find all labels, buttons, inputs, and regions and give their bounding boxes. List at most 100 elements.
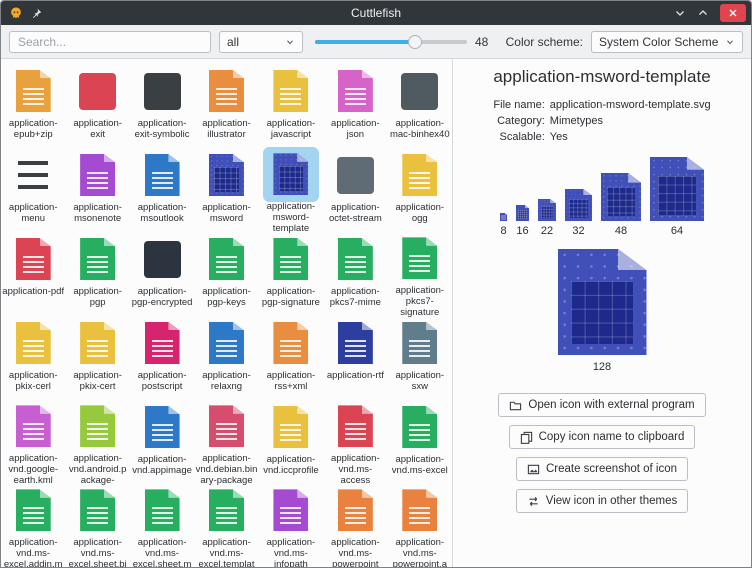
icon-grid-item[interactable]: application-msonenote [65,149,129,233]
icon-grid-item[interactable]: application-exit [65,65,129,149]
icon-grid-item[interactable]: application-vnd.iccprofile [259,401,323,485]
icon-grid-item[interactable]: application-vnd.ms-excel.addin.m [1,485,65,567]
word-document-inner [541,206,554,219]
icon-grid-item-label: application-vnd.android.package- [67,453,129,485]
minimize-button[interactable] [674,7,686,19]
preview-size-32[interactable]: 32 [565,189,592,237]
icon-grid-item[interactable]: application-vnd.ms-access [323,401,387,485]
doc-file-icon [402,489,437,531]
icon-grid-item-label: application-msword-template [260,201,322,233]
icon-grid-item[interactable]: application-rtf [323,317,387,401]
icon-grid-item-label: application-mac-binhex40 [389,118,451,140]
doc-file-icon [209,70,244,112]
icon-grid-item[interactable]: application-msword [194,149,258,233]
view-other-themes-button[interactable]: View icon in other themes [516,489,688,513]
icon-grid-item[interactable]: application-vnd.ms-infopath [259,485,323,567]
preview-size-48[interactable]: 48 [601,173,641,237]
maximize-button[interactable] [697,7,709,19]
icon-grid-item[interactable]: application-pdf [1,233,65,317]
icon-grid-item-label: application-json [324,118,386,140]
icon-grid-item[interactable]: application-postscript [130,317,194,401]
icon-grid-item[interactable]: application-vnd.android.package- [65,401,129,485]
word-file-icon [273,153,308,195]
icon-grid-item[interactable]: application-vnd.ms-excel [388,401,452,485]
search-input[interactable] [9,31,211,53]
icon-grid-item-label: application-exit [67,118,129,140]
icon-grid-item[interactable]: application-ogg [388,149,452,233]
icon-grid-item[interactable]: application-vnd.debian.binary-package [194,401,258,485]
create-screenshot-button[interactable]: Create screenshot of icon [516,457,688,481]
icon-grid-item-label: application-vnd.ms-excel [389,454,451,476]
preview-size-row: 8 16 22 32 4864 [500,157,704,237]
icon-grid-item[interactable]: application-menu [1,149,65,233]
icon-grid-item[interactable]: application-vnd.ms-excel.sheet.bi [65,485,129,567]
icon-grid-item[interactable]: application-exit-symbolic [130,65,194,149]
icon-grid-item[interactable]: application-octet-stream [323,149,387,233]
icon-grid-item[interactable]: application-illustrator [194,65,258,149]
icon-grid-item[interactable]: application-pgp [65,233,129,317]
icon-grid-item[interactable]: application-pkcs7-mime [323,233,387,317]
icon-grid-item[interactable]: application-rss+xml [259,317,323,401]
application-vnd.ms-excel.sheet.m-icon [140,489,184,532]
icon-grid-item[interactable]: application-pgp-encrypted [130,233,194,317]
icon-grid-item-label: application-vnd.ms-powerpoint.a [389,537,451,567]
icon-grid-item[interactable]: application-vnd.ms-excel.templat [194,485,258,567]
application-relaxng-icon [204,321,248,365]
icon-size-slider[interactable] [315,31,467,53]
preview-size-22[interactable]: 22 [538,199,556,237]
icon-grid-item[interactable]: application-msword-template [259,149,323,233]
icon-grid-item[interactable]: application-pkix-cert [65,317,129,401]
icon-grid-item[interactable]: application-pkcs7-signature [388,233,452,317]
doc-file-icon [273,406,308,448]
icon-grid-item[interactable]: application-vnd.appimage [130,401,194,485]
word-file-icon [650,157,704,221]
icon-grid-item[interactable]: application-pgp-keys [194,233,258,317]
color-scheme-dropdown[interactable]: System Color Scheme [591,31,743,53]
application-vnd.ms-excel.addin.m-icon [11,489,55,532]
plain-file-icon [144,73,181,110]
application-vnd.appimage-icon [140,405,184,449]
icon-grid-item[interactable]: application-vnd.ms-powerpoint [323,485,387,567]
preview-size-label: 32 [572,225,584,237]
icon-grid-item[interactable]: application-msoutlook [130,149,194,233]
icon-grid-item[interactable]: application-mac-binhex40 [388,65,452,149]
preview-size-64[interactable]: 64 [650,157,704,237]
icon-grid-item-label: application-illustrator [195,118,257,140]
word-document-inner [607,187,635,216]
icon-grid-item[interactable]: application-vnd.ms-powerpoint.a [388,485,452,567]
application-pdf-icon [11,237,55,281]
titlebar[interactable]: Cuttlefish [1,1,751,25]
icon-grid-item[interactable]: application-vnd.ms-excel.sheet.m [130,485,194,567]
category-filter-value: all [227,35,239,49]
word-file-icon [558,249,647,355]
close-button[interactable] [720,4,746,22]
pin-icon[interactable] [31,8,42,19]
doc-file-icon [80,154,115,196]
icon-grid-item[interactable]: application-vnd.google-earth.kml [1,401,65,485]
icon-grid-item[interactable]: application-javascript [259,65,323,149]
large-preview-size-label: 128 [593,361,611,373]
icon-grid-item[interactable]: application-json [323,65,387,149]
icon-grid-item-label: application-pgp-encrypted [131,286,193,308]
icon-grid-item[interactable]: application-sxw [388,317,452,401]
icon-grid-item[interactable]: application-relaxng [194,317,258,401]
category-filter-dropdown[interactable]: all [219,31,303,53]
open-with-external-program-button[interactable]: Open icon with external program [498,393,705,417]
slider-handle[interactable] [408,35,422,49]
doc-file-icon [145,489,180,531]
doc-file-icon [145,322,180,364]
plain-file-icon [401,73,438,110]
icon-grid-item[interactable]: application-pgp-signature [259,233,323,317]
copy-icon-name-button[interactable]: Copy icon name to clipboard [509,425,696,449]
doc-file-icon [80,489,115,531]
icon-grid-item[interactable]: application-epub+zip [1,65,65,149]
icon-grid-item-label: application-vnd.ms-excel.sheet.bi [67,537,129,567]
preview-size-16[interactable]: 16 [516,205,529,237]
preview-size-8[interactable]: 8 [500,213,507,237]
doc-file-icon [402,237,437,279]
icon-grid: application-epub+zipapplication-exitappl… [1,59,452,567]
icon-grid-item-label: application-vnd.appimage [131,454,193,476]
icon-grid-item[interactable]: application-pkix-cerl [1,317,65,401]
icon-grid-item-label: application-vnd.ms-infopath [260,537,322,567]
doc-file-icon [273,70,308,112]
